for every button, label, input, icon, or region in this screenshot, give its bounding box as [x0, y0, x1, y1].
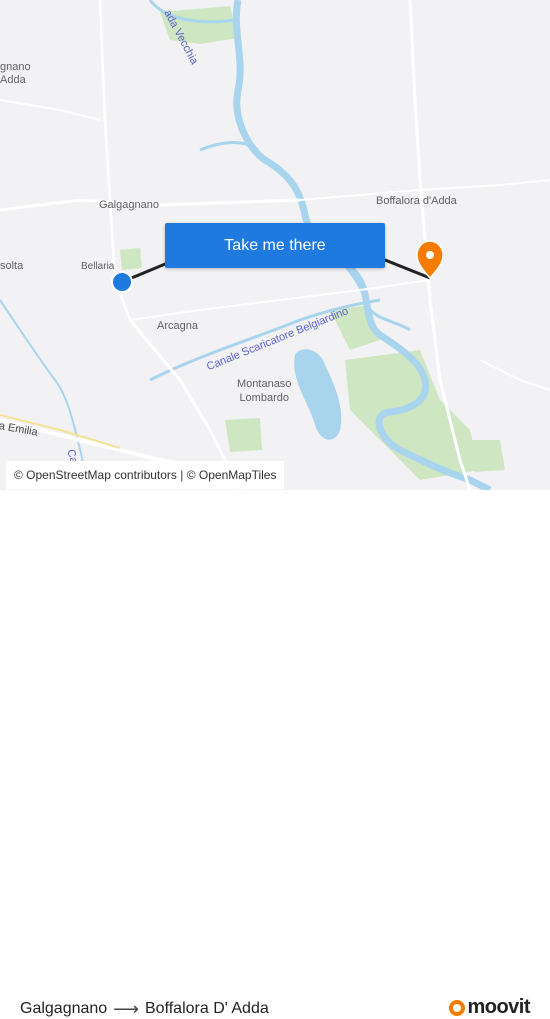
road — [479, 359, 550, 391]
destination-name: Boffalora D' Adda — [145, 1000, 269, 1017]
map-attribution[interactable]: © OpenStreetMap contributors | © OpenMap… — [6, 461, 285, 489]
moovit-logo[interactable]: moovit — [449, 996, 530, 1019]
park-area — [225, 418, 262, 452]
route-summary: Galgagnano ⟶ Boffalora D' Adda — [20, 1000, 269, 1018]
place-label: Galgagnano — [99, 199, 159, 211]
place-label: Boffalora d'Adda — [376, 195, 457, 207]
road — [0, 99, 101, 121]
take-me-there-button[interactable]: Take me there — [165, 223, 385, 268]
place-label: solta — [0, 260, 24, 272]
arrow-right-icon: ⟶ — [113, 999, 139, 1019]
park-area — [470, 440, 505, 472]
origin-marker — [111, 271, 133, 293]
lake — [294, 349, 342, 440]
destination-marker — [416, 240, 444, 280]
park-area — [120, 248, 142, 270]
map-view[interactable]: gnano Adda Galgagnano Boffalora d'Adda B… — [0, 0, 550, 490]
place-label: Montanaso Lombardo — [237, 378, 292, 404]
river-branch — [0, 299, 86, 471]
footer-bar: Galgagnano ⟶ Boffalora D' Adda moovit — [0, 490, 550, 1018]
road — [129, 279, 431, 321]
place-label: Arcagna — [157, 320, 198, 332]
moovit-logo-icon — [449, 999, 466, 1016]
brand-name: moovit — [467, 996, 530, 1018]
place-label: Bellaria — [81, 261, 115, 272]
origin-name: Galgagnano — [20, 1000, 108, 1017]
place-label: gnano Adda — [0, 61, 31, 86]
